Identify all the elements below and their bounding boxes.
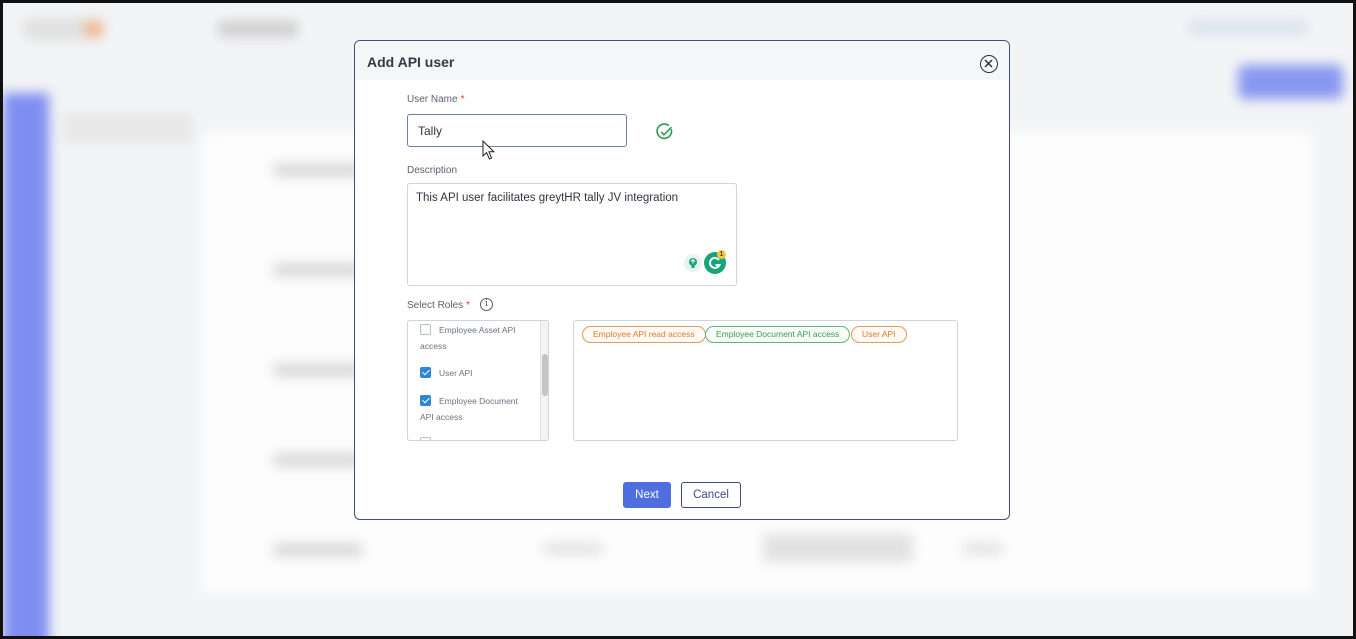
username-input[interactable] [407, 114, 627, 147]
selected-roles-box: Employee API read access Employee Docume… [573, 320, 958, 441]
roles-checkbox-list[interactable]: Employee Asset API access User API Emplo… [407, 320, 549, 441]
cancel-button[interactable]: Cancel [681, 482, 741, 508]
role-option[interactable]: Employee Document API access [420, 393, 525, 425]
checkbox-checked[interactable] [420, 395, 431, 406]
table-cell [763, 533, 913, 563]
checkbox-unchecked[interactable] [420, 324, 431, 335]
description-label: Description [407, 165, 458, 176]
next-button[interactable]: Next [623, 482, 671, 508]
table-row [273, 363, 363, 377]
role-option-label: Employee Document API access [420, 396, 518, 422]
role-option-label: User API [439, 368, 473, 378]
mouse-cursor-icon [482, 140, 496, 160]
dialog-header: Add API user [355, 41, 1009, 80]
grammarly-badge-count: 1 [717, 250, 726, 259]
bulb-glyph [689, 258, 697, 268]
grammarly-bulb-icon[interactable] [684, 254, 702, 272]
screen-frame: Add API user User Name* Description This… [0, 0, 1356, 639]
role-option[interactable]: User API [420, 365, 525, 381]
close-x-glyph [984, 59, 993, 68]
selected-role-chip[interactable]: Employee API read access [582, 326, 706, 343]
primary-action-blurred [1238, 65, 1343, 99]
table-row [273, 163, 363, 177]
scrollbar-thumb[interactable] [542, 354, 548, 396]
selected-role-chip[interactable]: User API [851, 326, 907, 343]
username-label: User Name * [407, 94, 465, 105]
role-option-partial[interactable] [420, 435, 525, 440]
roles-label: Select Roles * [407, 300, 471, 311]
table-row [273, 543, 363, 557]
page-title-blurred [218, 21, 298, 37]
table-row [273, 263, 363, 277]
checkbox-checked[interactable] [420, 367, 431, 378]
required-mark: * [460, 94, 465, 105]
close-icon[interactable] [980, 55, 998, 73]
app-logo [23, 18, 103, 40]
table-cell [963, 543, 1003, 555]
sidebar-blurred [3, 93, 49, 636]
check-circle-icon [656, 123, 673, 140]
role-option-label: Employee Asset API access [420, 325, 516, 351]
table-cell [543, 543, 603, 555]
required-mark: * [466, 300, 471, 311]
role-option[interactable]: Employee Asset API access [420, 322, 525, 354]
info-icon[interactable]: i [480, 298, 493, 311]
checkbox-unchecked[interactable] [420, 437, 431, 440]
table-row [273, 453, 363, 467]
roles-scrollbar[interactable] [540, 321, 548, 440]
dialog-title: Add API user [367, 54, 455, 70]
selected-role-chip[interactable]: Employee Document API access [705, 326, 851, 343]
left-nav-blurred [63, 113, 193, 143]
header-user-blurred [1188, 19, 1308, 35]
add-api-user-dialog: Add API user User Name* Description This… [354, 40, 1010, 520]
